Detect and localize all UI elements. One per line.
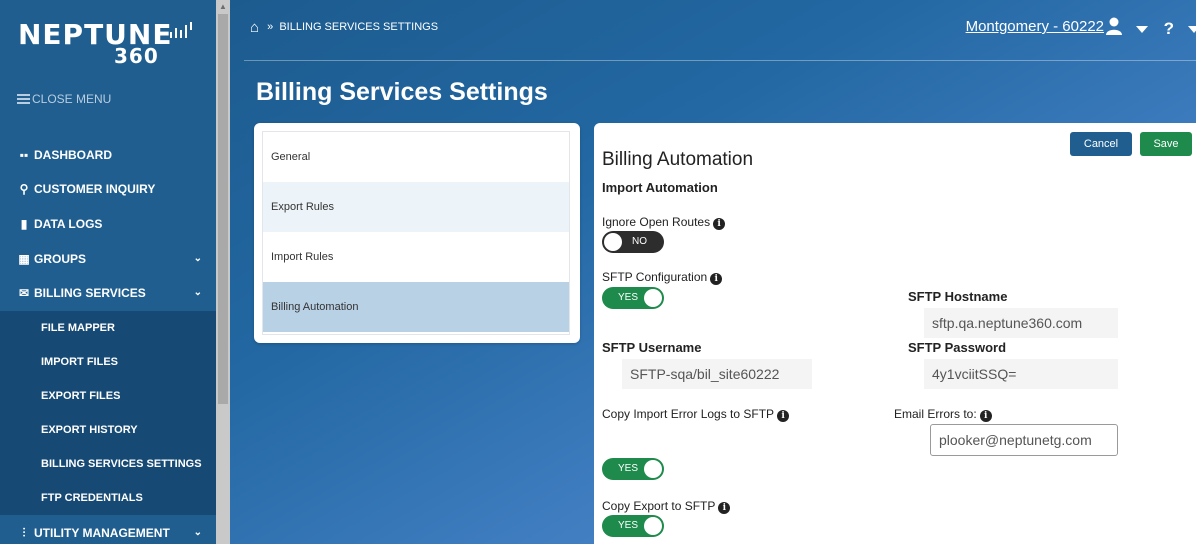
sftp-password-label: SFTP Password xyxy=(908,340,1007,355)
info-icon[interactable]: i xyxy=(710,273,723,285)
billing-services-submenu: FILE MAPPER IMPORT FILES EXPORT FILES EX… xyxy=(0,311,216,515)
sidebar-item-label: DATA LOGS xyxy=(34,217,103,231)
sidebar-subitem-file-mapper[interactable]: FILE MAPPER xyxy=(0,311,216,345)
sftp-configuration-label: SFTP Configuration i xyxy=(602,270,723,285)
settings-tabs-panel: General Export Rules Import Rules Billin… xyxy=(254,123,580,343)
sidebar-subitem-import-files[interactable]: IMPORT FILES xyxy=(0,345,216,379)
sidebar-subitem-export-history[interactable]: EXPORT HISTORY xyxy=(0,413,216,447)
save-button[interactable]: Save xyxy=(1140,132,1192,156)
info-icon[interactable]: i xyxy=(777,410,790,422)
search-icon: ⚲ xyxy=(19,182,29,196)
user-menu-caret-icon[interactable] xyxy=(1136,26,1148,33)
envelope-icon: ✉ xyxy=(18,286,30,300)
info-icon[interactable]: i xyxy=(979,410,992,422)
ignore-open-routes-label: Ignore Open Routes i xyxy=(602,215,726,230)
ignore-open-routes-toggle[interactable]: NO xyxy=(602,231,664,253)
chevron-down-icon: ⌄ xyxy=(193,287,202,298)
sidebar: NEPTUNE 360 CLOSE MENU ▪▪ DASHBOARD ⚲ CUST… xyxy=(0,0,216,544)
toggle-text: YES xyxy=(618,520,639,531)
dashboard-icon: ▪▪ xyxy=(19,148,29,162)
help-menu-caret-icon[interactable] xyxy=(1188,26,1196,33)
form-subheading: Import Automation xyxy=(602,180,718,195)
scroll-up-arrow-icon[interactable]: ▲ xyxy=(219,2,227,11)
main-content: ⌂ » BILLING SERVICES SETTINGS Montgomery … xyxy=(230,0,1196,544)
toggle-text: YES xyxy=(618,292,639,303)
sidebar-subitem-ftp-credentials[interactable]: FTP CREDENTIALS xyxy=(0,481,216,515)
groups-icon: ▦ xyxy=(18,252,30,266)
email-errors-label: Email Errors to: i xyxy=(894,407,992,422)
home-icon[interactable]: ⌂ xyxy=(250,19,259,36)
sidebar-scrollbar-thumb[interactable] xyxy=(218,14,228,404)
form-heading: Billing Automation xyxy=(602,149,754,170)
hamburger-icon xyxy=(17,94,30,104)
sidebar-subitem-export-files[interactable]: EXPORT FILES xyxy=(0,379,216,413)
sftp-password-field: 4y1vciitSSQ= xyxy=(924,359,1118,389)
info-icon[interactable]: i xyxy=(713,218,726,230)
help-icon[interactable]: ? xyxy=(1164,19,1174,39)
sidebar-item-label: GROUPS xyxy=(34,252,87,266)
label-text: Copy Export to SFTP xyxy=(602,499,716,513)
settings-tab-list: General Export Rules Import Rules Billin… xyxy=(262,131,570,335)
chevron-down-icon: ⌄ xyxy=(193,527,202,538)
billing-automation-form: Cancel Save Billing Automation Import Au… xyxy=(594,123,1196,544)
copy-export-toggle[interactable]: YES xyxy=(602,515,664,537)
breadcrumb: ⌂ » BILLING SERVICES SETTINGS xyxy=(250,19,438,36)
toggle-text: YES xyxy=(618,463,639,474)
breadcrumb-separator: » xyxy=(267,21,274,33)
user-icon[interactable] xyxy=(1106,17,1122,35)
tab-general[interactable]: General xyxy=(263,132,569,182)
sftp-configuration-toggle[interactable]: YES xyxy=(602,287,664,309)
sftp-hostname-field: sftp.qa.neptune360.com xyxy=(924,308,1118,338)
tab-export-rules[interactable]: Export Rules xyxy=(263,182,569,232)
sidebar-item-dashboard[interactable]: ▪▪ DASHBOARD xyxy=(0,138,216,172)
sidebar-item-label: CUSTOMER INQUIRY xyxy=(34,182,156,196)
user-site-link[interactable]: Montgomery - 60222 xyxy=(966,18,1104,35)
toggle-knob xyxy=(604,233,622,251)
cancel-button[interactable]: Cancel xyxy=(1070,132,1132,156)
bar-chart-icon: ▮ xyxy=(20,217,28,231)
sidebar-item-data-logs[interactable]: ▮ DATA LOGS xyxy=(0,207,216,241)
sftp-hostname-label: SFTP Hostname xyxy=(908,289,1008,304)
sidebar-item-label: BILLING SERVICES xyxy=(34,286,146,300)
copy-import-error-logs-toggle[interactable]: YES xyxy=(602,458,664,480)
toggle-text: NO xyxy=(632,236,647,247)
utility-icon: ⫶ xyxy=(22,526,26,540)
neptune-360-logo[interactable]: NEPTUNE 360 xyxy=(18,18,198,68)
signal-bars-icon xyxy=(170,22,192,38)
breadcrumb-current: BILLING SERVICES SETTINGS xyxy=(279,21,439,33)
email-errors-input[interactable]: plooker@neptunetg.com xyxy=(930,424,1118,456)
sidebar-item-label: DASHBOARD xyxy=(34,148,112,162)
header-divider xyxy=(244,60,1196,61)
toggle-knob xyxy=(644,460,662,478)
sidebar-item-groups[interactable]: ▦ GROUPS ⌄ xyxy=(0,242,216,276)
label-text: Copy Import Error Logs to SFTP xyxy=(602,407,775,421)
tab-billing-automation[interactable]: Billing Automation xyxy=(263,282,569,332)
close-menu-button[interactable]: CLOSE MENU xyxy=(17,92,111,106)
label-text: Email Errors to: xyxy=(894,407,977,421)
copy-export-label: Copy Export to SFTP i xyxy=(602,499,731,514)
tab-import-rules[interactable]: Import Rules xyxy=(263,232,569,282)
sidebar-subitem-billing-services-settings[interactable]: BILLING SERVICES SETTINGS xyxy=(0,447,216,481)
sidebar-item-label: UTILITY MANAGEMENT xyxy=(34,526,170,540)
logo-sub: 360 xyxy=(114,44,159,68)
sidebar-item-utility-management[interactable]: ⫶ UTILITY MANAGEMENT ⌄ xyxy=(0,516,216,544)
chevron-down-icon: ⌄ xyxy=(193,253,202,264)
sftp-username-field: SFTP-sqa/bil_site60222 xyxy=(622,359,812,389)
toggle-knob xyxy=(644,289,662,307)
label-text: Ignore Open Routes xyxy=(602,215,711,229)
close-menu-label: CLOSE MENU xyxy=(32,92,112,106)
sidebar-item-customer-inquiry[interactable]: ⚲ CUSTOMER INQUIRY xyxy=(0,172,216,206)
copy-import-error-logs-label: Copy Import Error Logs to SFTP i xyxy=(602,407,790,422)
sidebar-item-billing-services[interactable]: ✉ BILLING SERVICES ⌄ xyxy=(0,276,216,310)
page-title: Billing Services Settings xyxy=(256,78,548,106)
sftp-username-label: SFTP Username xyxy=(602,340,702,355)
label-text: SFTP Configuration xyxy=(602,270,708,284)
toggle-knob xyxy=(644,517,662,535)
info-icon[interactable]: i xyxy=(718,502,731,514)
